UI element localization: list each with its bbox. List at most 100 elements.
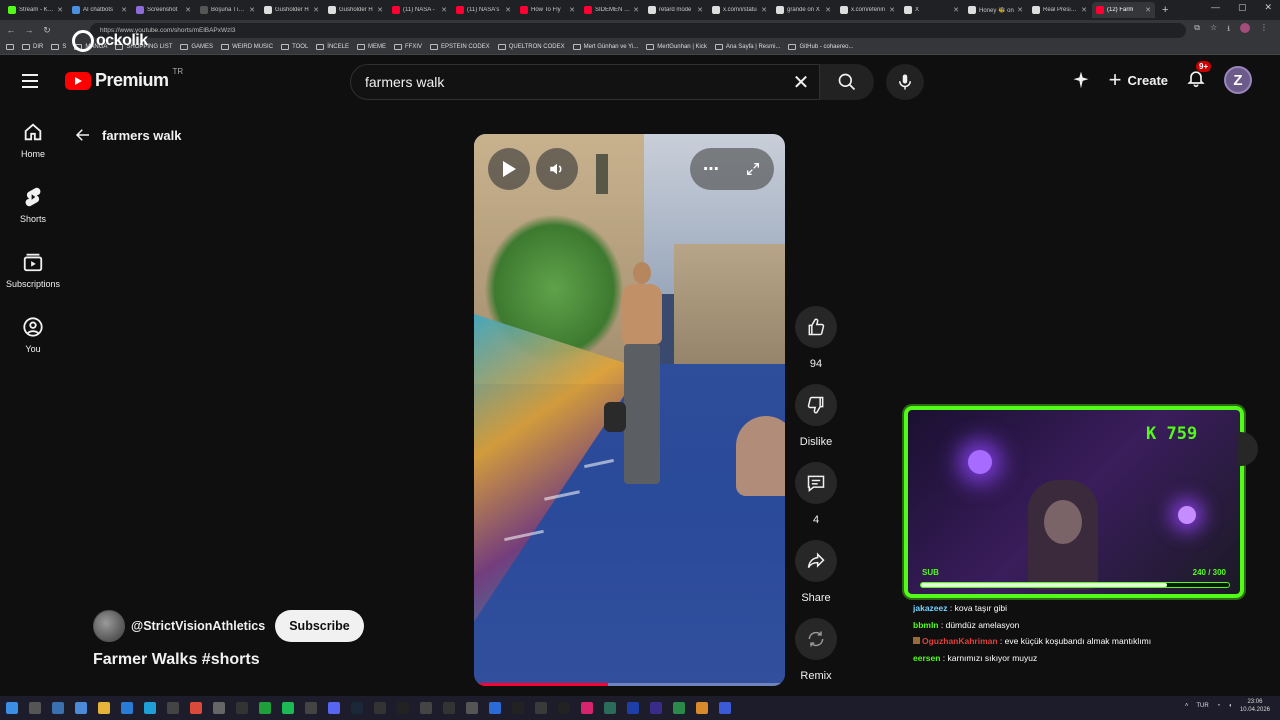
- bookmark-item[interactable]: FFXIV: [393, 44, 422, 50]
- back-to-search-button[interactable]: farmers walk: [74, 126, 182, 144]
- browser-tab[interactable]: Stream - Kick ✕: [4, 2, 67, 18]
- sidebar-item-subscriptions[interactable]: Subscriptions: [0, 238, 66, 302]
- dislike-button[interactable]: [795, 384, 837, 426]
- vpn-icon[interactable]: [236, 702, 248, 714]
- channel-name[interactable]: @StrictVisionAthletics: [131, 619, 265, 633]
- clear-search-icon[interactable]: ✕: [783, 70, 819, 95]
- obs-icon[interactable]: [397, 702, 409, 714]
- channel-avatar[interactable]: [93, 610, 125, 642]
- task-view-icon[interactable]: [52, 702, 64, 714]
- sidebar-item-home[interactable]: Home: [0, 108, 66, 172]
- tab-close-icon[interactable]: ✕: [569, 6, 575, 14]
- chat-username[interactable]: eersen: [913, 653, 940, 663]
- browser-tab[interactable]: grande on X ✕: [772, 2, 835, 18]
- browser-tab[interactable]: SIDEMEN CH ✕: [580, 2, 643, 18]
- app-icon[interactable]: [696, 702, 708, 714]
- tab-close-icon[interactable]: ✕: [697, 6, 703, 14]
- video-title[interactable]: Farmer Walks #shorts: [93, 651, 260, 669]
- shorts-video-player[interactable]: ⋯: [474, 134, 785, 686]
- app-icon[interactable]: [535, 702, 547, 714]
- bookmark-item[interactable]: Mert Günhan ve Yi...: [572, 44, 638, 50]
- subscribe-button[interactable]: Subscribe: [275, 610, 364, 642]
- search-input[interactable]: farmers walk ✕: [350, 64, 820, 100]
- app-icon[interactable]: [489, 702, 501, 714]
- browser-tab[interactable]: (11) NASA - ✕: [388, 2, 451, 18]
- tab-close-icon[interactable]: ✕: [633, 6, 639, 14]
- forward-nav-icon[interactable]: →: [24, 25, 34, 35]
- more-options-icon[interactable]: ⋯: [703, 159, 719, 179]
- next-video-button[interactable]: [1238, 432, 1258, 466]
- app-icon[interactable]: [374, 702, 386, 714]
- account-avatar[interactable]: Z: [1224, 66, 1252, 94]
- tab-close-icon[interactable]: ✕: [377, 6, 383, 14]
- browser-tab[interactable]: Real Presiden ✕: [1028, 2, 1091, 18]
- app-icon[interactable]: [443, 702, 455, 714]
- browser-tab[interactable]: AI chatbots ✕: [68, 2, 131, 18]
- tab-close-icon[interactable]: ✕: [1081, 6, 1087, 14]
- m-app-icon[interactable]: [558, 702, 570, 714]
- tab-close-icon[interactable]: ✕: [313, 6, 319, 14]
- tab-close-icon[interactable]: ✕: [825, 6, 831, 14]
- tab-close-icon[interactable]: ✕: [1145, 6, 1151, 14]
- minimize-button[interactable]: —: [1211, 2, 1220, 13]
- bookmark-item[interactable]: WEIRD MUSIC: [221, 44, 273, 50]
- browser-tab[interactable]: (11) NASA's ✕: [452, 2, 515, 18]
- audition-icon[interactable]: [604, 702, 616, 714]
- bookmark-item[interactable]: EPSTEIN CODEX: [430, 44, 490, 50]
- tab-close-icon[interactable]: ✕: [1017, 6, 1023, 14]
- ask-sparkle-icon[interactable]: [1071, 70, 1091, 90]
- browser-tab[interactable]: retard mode ✕: [644, 2, 707, 18]
- photoshop-icon[interactable]: [627, 702, 639, 714]
- sidebar-item-shorts[interactable]: Shorts: [0, 173, 66, 237]
- browser-tab[interactable]: x.com/efenin ✕: [836, 2, 899, 18]
- back-nav-icon[interactable]: ←: [6, 25, 16, 35]
- voice-search-button[interactable]: [886, 64, 924, 100]
- remix-button[interactable]: [795, 618, 837, 660]
- app-icon[interactable]: [719, 702, 731, 714]
- discord-icon[interactable]: [328, 702, 340, 714]
- reload-icon[interactable]: ↻: [42, 25, 52, 36]
- github-icon[interactable]: [512, 702, 524, 714]
- edge-icon[interactable]: [144, 702, 156, 714]
- tab-close-icon[interactable]: ✕: [505, 6, 511, 14]
- browser-tab[interactable]: Screenshot ✕: [132, 2, 195, 18]
- video-progress-bar[interactable]: [474, 683, 785, 686]
- store-icon[interactable]: [121, 702, 133, 714]
- notifications-button[interactable]: 9+: [1186, 60, 1212, 94]
- terminal-icon[interactable]: [167, 702, 179, 714]
- comments-button[interactable]: [795, 462, 837, 504]
- profile-icon[interactable]: [1240, 23, 1250, 33]
- widgets-icon[interactable]: [75, 702, 87, 714]
- extensions-icon[interactable]: ⧉: [1194, 23, 1200, 37]
- chat-username[interactable]: jakazeez: [913, 603, 948, 613]
- language-indicator[interactable]: TUR: [1196, 703, 1208, 709]
- premiere-icon[interactable]: [650, 702, 662, 714]
- volume-button[interactable]: [536, 148, 578, 190]
- clock[interactable]: 23:06 10.04.2026: [1240, 698, 1270, 714]
- share-button[interactable]: [795, 540, 837, 582]
- steam-icon[interactable]: [351, 702, 363, 714]
- wifi-icon[interactable]: ◔: [1217, 703, 1221, 709]
- tray-chevron-icon[interactable]: ˄: [1185, 703, 1189, 709]
- downloads-icon[interactable]: ⭳: [1227, 23, 1230, 37]
- apps-icon[interactable]: [6, 44, 14, 50]
- app-icon[interactable]: [673, 702, 685, 714]
- bookmark-item[interactable]: GAMES: [180, 44, 213, 50]
- app-icon[interactable]: [420, 702, 432, 714]
- speaker-icon[interactable]: ◖: [1228, 703, 1232, 709]
- browser-tab[interactable]: (12) Farm ✕: [1092, 2, 1155, 18]
- search-taskbar-icon[interactable]: [29, 702, 41, 714]
- tab-close-icon[interactable]: ✕: [249, 6, 255, 14]
- close-window-button[interactable]: ✕: [1264, 2, 1272, 13]
- tab-close-icon[interactable]: ✕: [57, 6, 63, 14]
- create-button[interactable]: + Create: [1109, 69, 1168, 91]
- browser-tab[interactable]: How To Fly ✕: [516, 2, 579, 18]
- browser-tab[interactable]: Honey 🐝 on ✕: [964, 2, 1027, 18]
- settings-icon[interactable]: [213, 702, 225, 714]
- app-icon[interactable]: [466, 702, 478, 714]
- bookmark-item[interactable]: TOOL: [281, 44, 308, 50]
- tab-close-icon[interactable]: ✕: [953, 6, 959, 14]
- guide-menu-button[interactable]: [22, 70, 44, 92]
- bookmark-star-icon[interactable]: ☆: [1210, 23, 1217, 37]
- app-icon[interactable]: [305, 702, 317, 714]
